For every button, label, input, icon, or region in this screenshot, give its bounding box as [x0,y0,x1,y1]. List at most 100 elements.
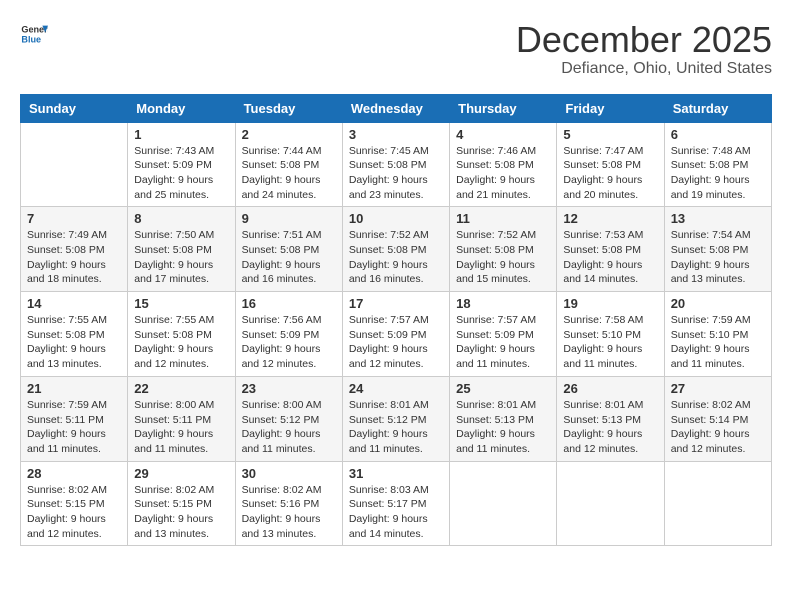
day-info: Sunrise: 7:54 AM Sunset: 5:08 PM Dayligh… [671,228,765,287]
calendar-cell: 14 Sunrise: 7:55 AM Sunset: 5:08 PM Dayli… [21,292,128,377]
day-number: 5 [563,127,657,142]
weekday-header-thursday: Thursday [450,94,557,122]
day-number: 21 [27,381,121,396]
day-number: 20 [671,296,765,311]
day-number: 18 [456,296,550,311]
day-number: 31 [349,466,443,481]
day-info: Sunrise: 7:55 AM Sunset: 5:08 PM Dayligh… [27,313,121,372]
day-number: 12 [563,211,657,226]
weekday-header-friday: Friday [557,94,664,122]
day-info: Sunrise: 8:01 AM Sunset: 5:12 PM Dayligh… [349,398,443,457]
calendar-cell: 25Sunrise: 8:01 AM Sunset: 5:13 PM Dayli… [450,376,557,461]
calendar-cell: 28 Sunrise: 8:02 AM Sunset: 5:15 PM Dayli… [21,461,128,546]
calendar-cell: 16 Sunrise: 7:56 AM Sunset: 5:09 PM Dayli… [235,292,342,377]
month-title: December 2025 [516,20,772,60]
day-number: 7 [27,211,121,226]
calendar-cell: 13 Sunrise: 7:54 AM Sunset: 5:08 PM Dayli… [664,207,771,292]
title-block: December 2025 Defiance, Ohio, United Sta… [516,20,772,78]
day-info: Sunrise: 8:02 AM Sunset: 5:16 PM Dayligh… [242,483,336,542]
day-info: Sunrise: 7:52 AM Sunset: 5:08 PM Dayligh… [456,228,550,287]
day-number: 9 [242,211,336,226]
calendar-cell: 22 Sunrise: 8:00 AM Sunset: 5:11 PM Dayli… [128,376,235,461]
calendar-cell: 20 Sunrise: 7:59 AM Sunset: 5:10 PM Dayli… [664,292,771,377]
day-number: 24 [349,381,443,396]
day-info: Sunrise: 7:45 AM Sunset: 5:08 PM Dayligh… [349,144,443,203]
weekday-header-monday: Monday [128,94,235,122]
day-number: 3 [349,127,443,142]
weekday-header-tuesday: Tuesday [235,94,342,122]
day-info: Sunrise: 7:50 AM Sunset: 5:08 PM Dayligh… [134,228,228,287]
day-info: Sunrise: 7:55 AM Sunset: 5:08 PM Dayligh… [134,313,228,372]
location-title: Defiance, Ohio, United States [516,60,772,78]
day-info: Sunrise: 7:48 AM Sunset: 5:08 PM Dayligh… [671,144,765,203]
calendar-cell: 30 Sunrise: 8:02 AM Sunset: 5:16 PM Dayli… [235,461,342,546]
day-number: 2 [242,127,336,142]
calendar-cell: 4 Sunrise: 7:46 AM Sunset: 5:08 PM Daylig… [450,122,557,207]
weekday-header-saturday: Saturday [664,94,771,122]
calendar-cell: 8 Sunrise: 7:50 AM Sunset: 5:08 PM Daylig… [128,207,235,292]
day-info: Sunrise: 8:00 AM Sunset: 5:11 PM Dayligh… [134,398,228,457]
day-info: Sunrise: 7:52 AM Sunset: 5:08 PM Dayligh… [349,228,443,287]
day-number: 23 [242,381,336,396]
day-info: Sunrise: 7:47 AM Sunset: 5:08 PM Dayligh… [563,144,657,203]
day-info: Sunrise: 8:02 AM Sunset: 5:14 PM Dayligh… [671,398,765,457]
weekday-header-sunday: Sunday [21,94,128,122]
day-info: Sunrise: 7:53 AM Sunset: 5:08 PM Dayligh… [563,228,657,287]
day-info: Sunrise: 8:02 AM Sunset: 5:15 PM Dayligh… [134,483,228,542]
day-info: Sunrise: 7:44 AM Sunset: 5:08 PM Dayligh… [242,144,336,203]
day-info: Sunrise: 7:43 AM Sunset: 5:09 PM Dayligh… [134,144,228,203]
day-number: 28 [27,466,121,481]
calendar-cell [664,461,771,546]
day-info: Sunrise: 7:59 AM Sunset: 5:10 PM Dayligh… [671,313,765,372]
day-number: 22 [134,381,228,396]
day-info: Sunrise: 8:02 AM Sunset: 5:15 PM Dayligh… [27,483,121,542]
day-info: Sunrise: 7:56 AM Sunset: 5:09 PM Dayligh… [242,313,336,372]
calendar-cell: 1 Sunrise: 7:43 AM Sunset: 5:09 PM Daylig… [128,122,235,207]
calendar-cell [450,461,557,546]
day-number: 13 [671,211,765,226]
day-info: Sunrise: 8:03 AM Sunset: 5:17 PM Dayligh… [349,483,443,542]
day-number: 1 [134,127,228,142]
calendar-cell [557,461,664,546]
day-number: 27 [671,381,765,396]
day-number: 15 [134,296,228,311]
calendar-cell [21,122,128,207]
day-number: 30 [242,466,336,481]
day-info: Sunrise: 7:58 AM Sunset: 5:10 PM Dayligh… [563,313,657,372]
calendar-cell: 21 Sunrise: 7:59 AM Sunset: 5:11 PM Dayli… [21,376,128,461]
day-number: 4 [456,127,550,142]
calendar-week-row: 21 Sunrise: 7:59 AM Sunset: 5:11 PM Dayli… [21,376,772,461]
calendar-cell: 18Sunrise: 7:57 AM Sunset: 5:09 PM Dayli… [450,292,557,377]
calendar-cell: 6 Sunrise: 7:48 AM Sunset: 5:08 PM Daylig… [664,122,771,207]
weekday-header-wednesday: Wednesday [342,94,449,122]
day-number: 16 [242,296,336,311]
day-number: 26 [563,381,657,396]
logo-icon: General Blue [20,20,48,48]
calendar-cell: 19Sunrise: 7:58 AM Sunset: 5:10 PM Dayli… [557,292,664,377]
logo: General Blue [20,20,48,48]
day-info: Sunrise: 8:01 AM Sunset: 5:13 PM Dayligh… [563,398,657,457]
calendar-cell: 26 Sunrise: 8:01 AM Sunset: 5:13 PM Dayli… [557,376,664,461]
day-info: Sunrise: 7:46 AM Sunset: 5:08 PM Dayligh… [456,144,550,203]
day-info: Sunrise: 7:51 AM Sunset: 5:08 PM Dayligh… [242,228,336,287]
day-number: 29 [134,466,228,481]
day-number: 6 [671,127,765,142]
calendar-header-row: SundayMondayTuesdayWednesdayThursdayFrid… [21,94,772,122]
calendar-cell: 15 Sunrise: 7:55 AM Sunset: 5:08 PM Dayli… [128,292,235,377]
day-number: 14 [27,296,121,311]
day-info: Sunrise: 8:01 AM Sunset: 5:13 PM Dayligh… [456,398,550,457]
calendar-table: SundayMondayTuesdayWednesdayThursdayFrid… [20,94,772,547]
calendar-cell: 5 Sunrise: 7:47 AM Sunset: 5:08 PM Daylig… [557,122,664,207]
page-header: General Blue December 2025 Defiance, Ohi… [20,20,772,78]
day-info: Sunrise: 8:00 AM Sunset: 5:12 PM Dayligh… [242,398,336,457]
day-info: Sunrise: 7:59 AM Sunset: 5:11 PM Dayligh… [27,398,121,457]
calendar-cell: 7Sunrise: 7:49 AM Sunset: 5:08 PM Daylig… [21,207,128,292]
calendar-cell: 17Sunrise: 7:57 AM Sunset: 5:09 PM Dayli… [342,292,449,377]
calendar-week-row: 1 Sunrise: 7:43 AM Sunset: 5:09 PM Daylig… [21,122,772,207]
day-number: 11 [456,211,550,226]
day-number: 8 [134,211,228,226]
calendar-cell: 27 Sunrise: 8:02 AM Sunset: 5:14 PM Dayli… [664,376,771,461]
calendar-cell: 2 Sunrise: 7:44 AM Sunset: 5:08 PM Daylig… [235,122,342,207]
day-info: Sunrise: 7:57 AM Sunset: 5:09 PM Dayligh… [349,313,443,372]
calendar-cell: 11 Sunrise: 7:52 AM Sunset: 5:08 PM Dayli… [450,207,557,292]
